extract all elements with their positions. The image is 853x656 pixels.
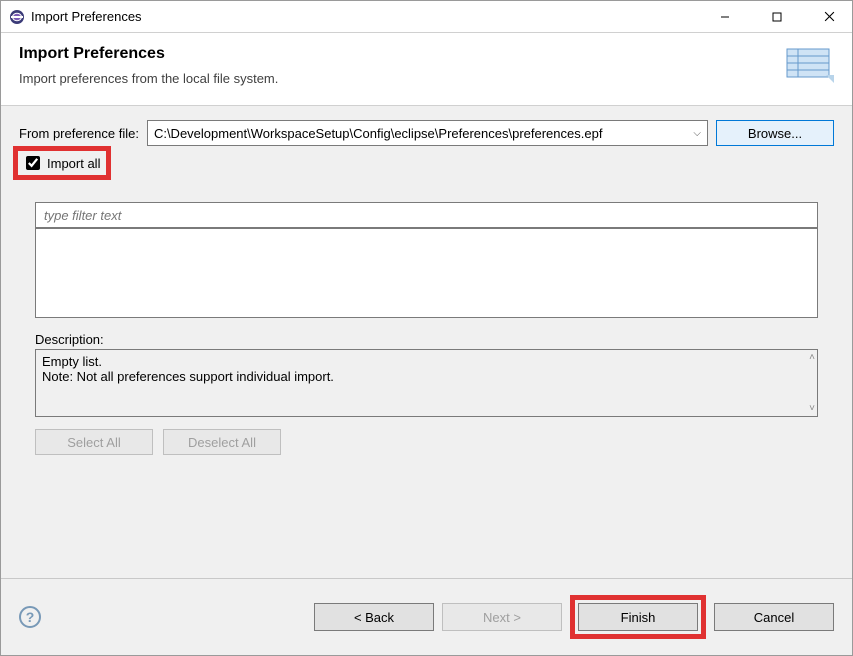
import-all-highlight: Import all — [13, 146, 111, 180]
description-label: Description: — [35, 332, 818, 347]
import-all-label: Import all — [47, 156, 100, 171]
description-line2: Note: Not all preferences support indivi… — [42, 369, 811, 384]
import-all-checkbox-wrap[interactable]: Import all — [22, 153, 100, 173]
help-icon[interactable]: ? — [19, 606, 41, 628]
preference-file-value: C:\Development\WorkspaceSetup\Config\ecl… — [154, 126, 603, 141]
minimize-button[interactable] — [702, 1, 748, 32]
page-subtitle: Import preferences from the local file s… — [19, 71, 278, 86]
maximize-button[interactable] — [754, 1, 800, 32]
window-title: Import Preferences — [31, 9, 142, 24]
scroll-up-icon[interactable]: ˄ — [809, 352, 815, 363]
scroll-down-icon[interactable]: ˅ — [809, 403, 815, 414]
chevron-down-icon: ⌵ — [693, 128, 701, 139]
cancel-button[interactable]: Cancel — [714, 603, 834, 631]
finish-button[interactable]: Finish — [578, 603, 698, 631]
dialog-footer: ? < Back Next > Finish Cancel — [1, 579, 852, 655]
preference-file-combo[interactable]: C:\Development\WorkspaceSetup\Config\ecl… — [147, 120, 708, 146]
description-line1: Empty list. — [42, 354, 811, 369]
file-row: From preference file: C:\Development\Wor… — [19, 120, 834, 146]
titlebar: Import Preferences — [1, 1, 852, 33]
select-all-button: Select All — [35, 429, 153, 455]
deselect-all-button: Deselect All — [163, 429, 281, 455]
finish-highlight: Finish — [570, 595, 706, 639]
browse-button[interactable]: Browse... — [716, 120, 834, 146]
preferences-banner-icon — [782, 45, 834, 89]
description-box: Empty list. Note: Not all preferences su… — [35, 349, 818, 417]
import-all-checkbox[interactable] — [26, 156, 40, 170]
import-preferences-window: Import Preferences Import Preferences Im… — [0, 0, 853, 656]
file-label: From preference file: — [19, 126, 139, 141]
dialog-header: Import Preferences Import preferences fr… — [1, 33, 852, 106]
back-button[interactable]: < Back — [314, 603, 434, 631]
eclipse-icon — [9, 9, 25, 25]
preferences-list[interactable] — [35, 228, 818, 318]
dialog-content: From preference file: C:\Development\Wor… — [1, 106, 852, 544]
page-title: Import Preferences — [19, 45, 278, 63]
next-button: Next > — [442, 603, 562, 631]
close-button[interactable] — [806, 1, 852, 32]
filter-input[interactable] — [35, 202, 818, 228]
